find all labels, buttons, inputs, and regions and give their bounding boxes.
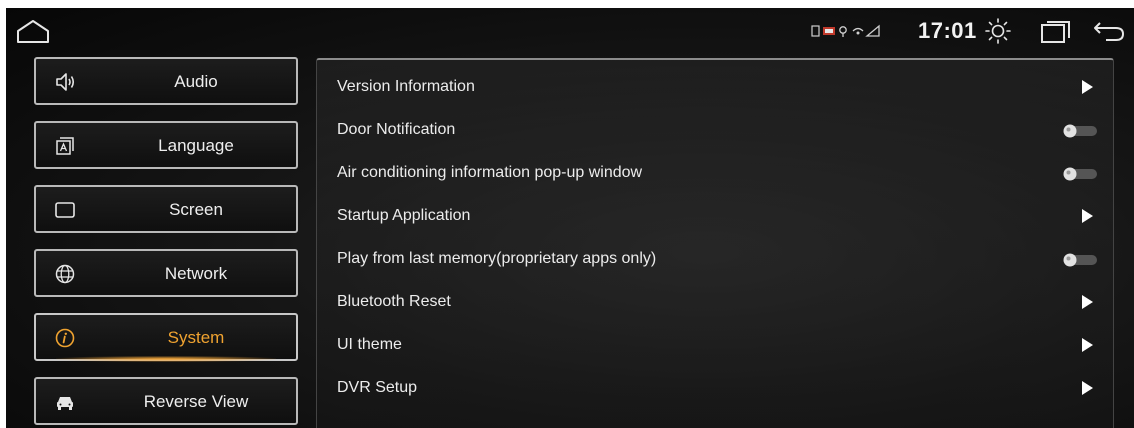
clock: 17:01 — [918, 18, 977, 43]
toggle-switch[interactable] — [1063, 253, 1097, 267]
back-icon[interactable] — [1092, 19, 1126, 43]
setting-row-play-from-last-memory[interactable]: Play from last memory(proprietary apps o… — [337, 240, 1097, 280]
sidebar-item-label: Language — [158, 136, 234, 155]
sidebar-item-label: Reverse View — [143, 392, 249, 411]
setting-label: Bluetooth Reset — [337, 293, 451, 310]
play-arrow-icon[interactable] — [1081, 295, 1093, 309]
brightness-icon[interactable] — [984, 17, 1012, 45]
usb-icon — [823, 27, 835, 35]
setting-label: Door Notification — [337, 121, 456, 138]
location-icon — [839, 26, 847, 37]
home-icon[interactable] — [16, 18, 50, 44]
sidebar-item-screen[interactable]: Screen — [34, 185, 298, 233]
status-icons — [811, 24, 880, 37]
setting-row-bluetooth-reset[interactable]: Bluetooth Reset — [337, 283, 1097, 323]
play-arrow-icon[interactable] — [1081, 209, 1093, 223]
setting-label: Startup Application — [337, 207, 471, 224]
screen-icon — [55, 202, 75, 218]
play-arrow-icon[interactable] — [1081, 381, 1093, 395]
sidebar-item-audio[interactable]: Audio — [34, 57, 298, 105]
toggle-switch[interactable] — [1063, 124, 1097, 138]
settings-screen: 17:01 Audio Language Screen Network Syst… — [6, 8, 1134, 428]
globe-icon — [55, 264, 75, 284]
setting-row-ui-theme[interactable]: UI theme — [337, 326, 1097, 366]
sidebar-item-network[interactable]: Network — [34, 249, 298, 297]
status-bar: 17:01 — [6, 8, 1134, 54]
sidebar-item-reverse-view[interactable]: Reverse View — [34, 377, 298, 425]
sidebar-item-label: Screen — [169, 200, 223, 219]
setting-row-dvr-setup[interactable]: DVR Setup — [337, 369, 1097, 409]
setting-label: DVR Setup — [337, 379, 418, 396]
language-icon — [56, 137, 74, 155]
setting-row-startup-application[interactable]: Startup Application — [337, 197, 1097, 237]
car-icon — [57, 397, 73, 410]
sidebar-item-language[interactable]: Language — [34, 121, 298, 169]
setting-row-version-information[interactable]: Version Information — [337, 68, 1097, 108]
setting-label: Air conditioning information pop-up wind… — [337, 164, 643, 181]
play-arrow-icon[interactable] — [1081, 338, 1093, 352]
system-settings-panel: Version Information Door Notification Ai… — [316, 58, 1114, 428]
speaker-icon — [56, 73, 75, 91]
sidebar-item-label: Network — [164, 264, 228, 283]
sd-card-icon — [811, 25, 820, 37]
active-indicator — [56, 356, 276, 362]
signal-icon — [865, 24, 880, 37]
sidebar-item-label: Audio — [174, 72, 218, 91]
info-icon — [55, 328, 75, 348]
toggle-switch[interactable] — [1063, 167, 1097, 181]
setting-label: UI theme — [337, 336, 402, 353]
sidebar-item-label: System — [167, 328, 225, 347]
sidebar-item-system[interactable]: System — [34, 313, 298, 362]
setting-label: Play from last memory(proprietary apps o… — [337, 250, 657, 267]
setting-row-air-conditioning-popup[interactable]: Air conditioning information pop-up wind… — [337, 154, 1097, 194]
wifi-icon — [852, 27, 864, 35]
setting-label: Version Information — [337, 78, 475, 95]
play-arrow-icon[interactable] — [1081, 80, 1093, 94]
setting-row-door-notification[interactable]: Door Notification — [337, 111, 1097, 151]
recent-apps-icon[interactable] — [1040, 20, 1072, 44]
